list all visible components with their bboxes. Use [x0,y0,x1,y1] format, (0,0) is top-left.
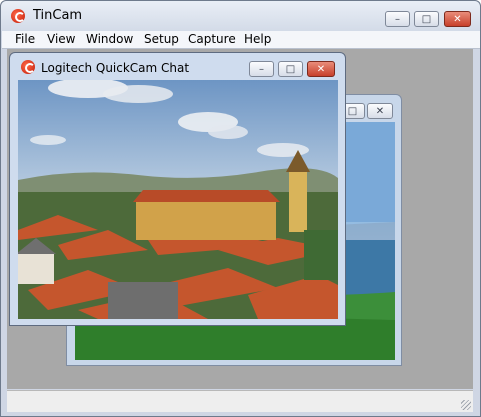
webcam-app-icon [21,60,35,74]
menu-capture[interactable]: Capture [188,32,236,46]
quickcam-maximize-button[interactable]: □ [278,61,303,77]
main-close-button[interactable]: ✕ [444,11,471,27]
quickcam-minimize-button[interactable]: – [249,61,274,77]
menu-view[interactable]: View [47,32,75,46]
town-rooftops-graphic [18,80,338,319]
quickcam-window-title: Logitech QuickCam Chat [41,61,190,75]
webcam-video-frame [18,80,338,319]
minimize-icon: – [395,13,400,25]
resize-grip-icon[interactable] [461,400,471,410]
close-icon: ✕ [375,105,385,117]
menu-setup[interactable]: Setup [144,32,179,46]
close-icon: ✕ [453,13,462,25]
menu-bar: File View Window Setup Capture Help [2,31,480,49]
main-minimize-button[interactable]: – [385,11,410,27]
status-bar [7,390,473,412]
quickcam-chat-window[interactable]: Logitech QuickCam Chat – □ ✕ [9,52,346,326]
back-close-button[interactable]: ✕ [367,103,393,119]
menu-window[interactable]: Window [86,32,133,46]
app-icon [11,9,25,23]
maximize-icon: □ [347,105,358,117]
menu-help[interactable]: Help [244,32,271,46]
maximize-icon: □ [285,63,296,75]
minimize-icon: – [259,63,264,75]
main-window-title: TinCam [33,8,83,23]
maximize-icon: □ [421,13,432,25]
close-icon: ✕ [316,63,326,75]
menu-file[interactable]: File [15,32,35,46]
main-maximize-button[interactable]: □ [414,11,439,27]
quickcam-close-button[interactable]: ✕ [307,61,335,77]
main-titlebar[interactable]: TinCam – □ ✕ [1,1,480,31]
